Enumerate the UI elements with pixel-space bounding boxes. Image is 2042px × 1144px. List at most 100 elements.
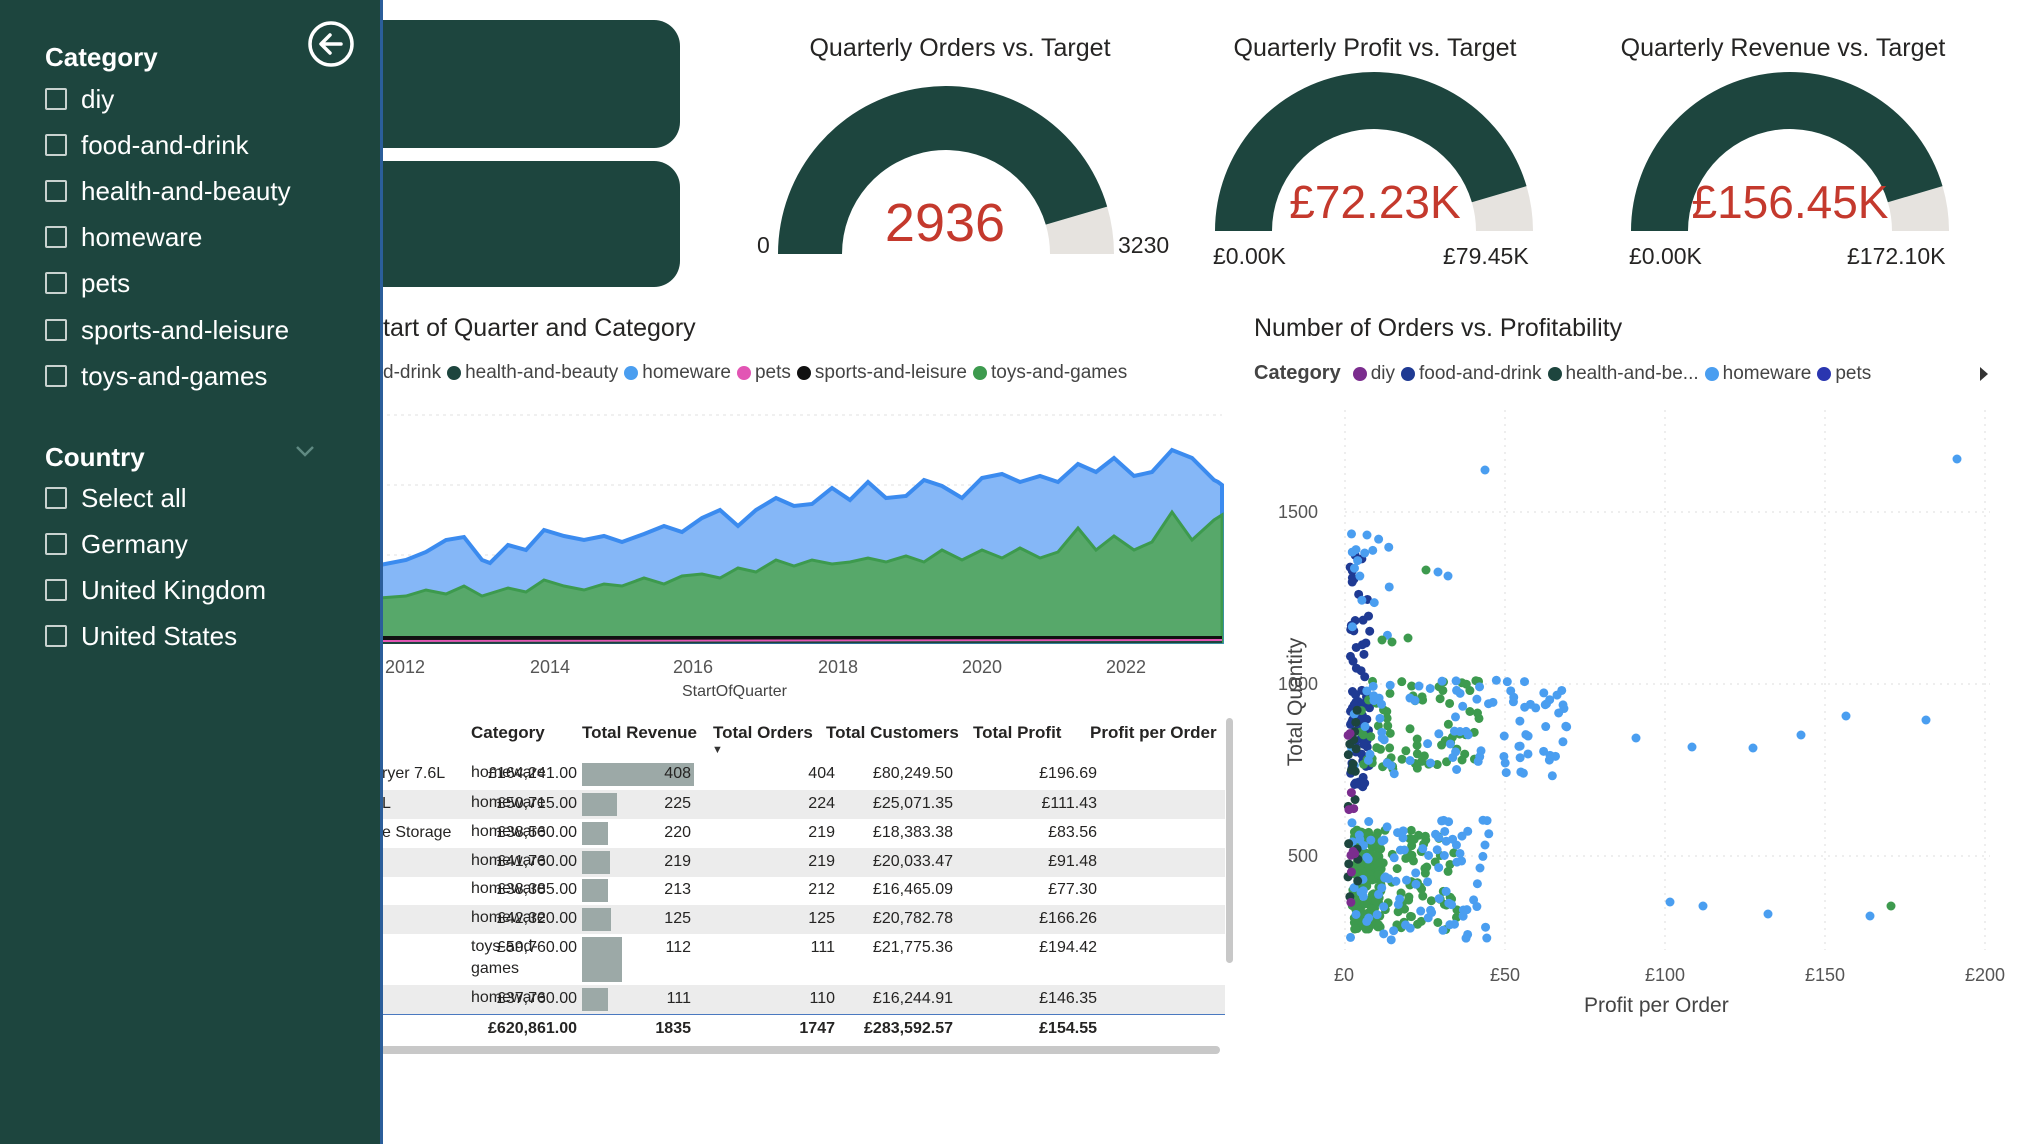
point-homeware[interactable] (1441, 886, 1451, 896)
checkbox[interactable] (45, 134, 67, 156)
point-toys-and-games[interactable] (1405, 724, 1415, 734)
point[interactable] (1403, 633, 1413, 643)
point-homeware[interactable] (1554, 708, 1564, 718)
point-homeware[interactable] (1448, 834, 1458, 844)
point-homeware[interactable] (1472, 902, 1482, 912)
col-header-total-profit[interactable]: Total Profit (973, 723, 1061, 757)
point-homeware[interactable] (1384, 582, 1394, 592)
point-toys-and-games[interactable] (1420, 868, 1430, 878)
point-health-and-beauty[interactable] (1344, 839, 1354, 849)
point-homeware[interactable] (1475, 752, 1485, 762)
point-homeware[interactable] (1455, 848, 1465, 858)
point-diy[interactable] (1346, 897, 1356, 907)
point-food-and-drink[interactable] (1359, 649, 1369, 659)
category-item-diy[interactable]: diy (45, 82, 114, 116)
point-homeware[interactable] (1389, 926, 1399, 936)
point-homeware[interactable] (1541, 722, 1551, 732)
table-row[interactable]: homeware £41,760.00 219 219 £20,033.47 £91.48 (380, 848, 1225, 877)
point-homeware[interactable] (1379, 902, 1389, 912)
point-homeware[interactable] (1347, 622, 1357, 632)
point-homeware[interactable] (1364, 913, 1374, 923)
checkbox[interactable] (45, 180, 67, 202)
point-homeware[interactable] (1426, 905, 1436, 915)
point-homeware[interactable] (1389, 853, 1399, 863)
checkbox[interactable] (45, 533, 67, 555)
point-homeware[interactable] (1439, 815, 1449, 825)
point-health-and-beauty[interactable] (1351, 717, 1361, 727)
point-toys-and-games[interactable] (1437, 740, 1447, 750)
point-homeware[interactable] (1347, 529, 1357, 539)
point-homeware[interactable] (1382, 822, 1392, 832)
point-homeware[interactable] (1416, 906, 1426, 916)
point-homeware[interactable] (1423, 739, 1433, 749)
point-homeware[interactable] (1516, 767, 1526, 777)
point-toys-and-games[interactable] (1457, 755, 1467, 765)
point-homeware[interactable] (1374, 889, 1384, 899)
point-homeware[interactable] (1384, 542, 1394, 552)
point-homeware[interactable] (1558, 700, 1568, 710)
point-toys-and-games[interactable] (1465, 706, 1475, 716)
point-toys-and-games[interactable] (1419, 751, 1429, 761)
point-toys-and-games[interactable] (1409, 834, 1419, 844)
point[interactable] (1865, 911, 1875, 921)
point-homeware[interactable] (1368, 545, 1378, 555)
point-toys-and-games[interactable] (1397, 677, 1407, 687)
point-homeware[interactable] (1562, 722, 1572, 732)
point-homeware[interactable] (1386, 935, 1396, 945)
point-homeware[interactable] (1921, 715, 1931, 725)
point-homeware[interactable] (1478, 851, 1488, 861)
point-homeware[interactable] (1458, 701, 1468, 711)
point-homeware[interactable] (1455, 727, 1465, 737)
table-row[interactable]: homeware £42,320.00 125 125 £20,782.78 £166.2… (380, 905, 1225, 934)
category-item-toys-and-games[interactable]: toys-and-games (45, 359, 267, 393)
point-homeware[interactable] (1360, 722, 1370, 732)
point-homeware[interactable] (1452, 857, 1462, 867)
col-header-total-revenue[interactable]: Total Revenue (582, 723, 697, 757)
point-homeware[interactable] (1377, 727, 1387, 737)
point-homeware[interactable] (1414, 681, 1424, 691)
point-homeware[interactable] (1438, 925, 1448, 935)
point-toys-and-games[interactable] (1420, 831, 1430, 841)
point-toys-and-games[interactable] (1374, 920, 1384, 930)
point-homeware[interactable] (1439, 851, 1449, 861)
point-homeware[interactable] (1539, 688, 1549, 698)
point-homeware[interactable] (1423, 877, 1433, 887)
point-homeware[interactable] (1499, 751, 1509, 761)
point-homeware[interactable] (1369, 598, 1379, 608)
point-homeware[interactable] (1347, 818, 1357, 828)
point-homeware[interactable] (1520, 677, 1530, 687)
point-homeware[interactable] (1515, 716, 1525, 726)
point-diy[interactable] (1343, 730, 1353, 740)
point-homeware[interactable] (1434, 863, 1444, 873)
point-toys-and-games[interactable] (1385, 688, 1395, 698)
point-health-and-beauty[interactable] (1348, 764, 1358, 774)
col-header-total-customers[interactable]: Total Customers (826, 723, 959, 757)
point-homeware[interactable] (1558, 737, 1568, 747)
point-homeware[interactable] (1426, 758, 1436, 768)
point-toys-and-games[interactable] (1392, 864, 1402, 874)
point-homeware[interactable] (1482, 933, 1492, 943)
point-homeware[interactable] (1391, 876, 1401, 886)
point-homeware[interactable] (1463, 929, 1473, 939)
point-homeware[interactable] (1452, 765, 1462, 775)
point-homeware[interactable] (1451, 747, 1461, 757)
point-homeware[interactable] (1374, 693, 1384, 703)
legend-next-icon[interactable] (1977, 365, 1991, 383)
checkbox[interactable] (45, 579, 67, 601)
point-homeware[interactable] (1366, 835, 1376, 845)
point-food-and-drink[interactable] (1360, 672, 1370, 682)
point-homeware[interactable] (1499, 731, 1509, 741)
point-homeware[interactable] (1451, 676, 1461, 686)
point-health-and-beauty[interactable] (1353, 876, 1363, 886)
point-homeware[interactable] (1450, 712, 1460, 722)
point-homeware[interactable] (1418, 844, 1428, 854)
point-homeware[interactable] (1385, 680, 1395, 690)
point-homeware[interactable] (1631, 733, 1641, 743)
point-toys-and-games[interactable] (1443, 719, 1453, 729)
point-homeware[interactable] (1364, 817, 1374, 827)
point-toys-and-games[interactable] (1385, 743, 1395, 753)
point-toys-and-games[interactable] (1376, 744, 1386, 754)
point-homeware[interactable] (1531, 703, 1541, 713)
point-toys-and-games[interactable] (1350, 924, 1360, 934)
point-homeware[interactable] (1514, 741, 1524, 751)
